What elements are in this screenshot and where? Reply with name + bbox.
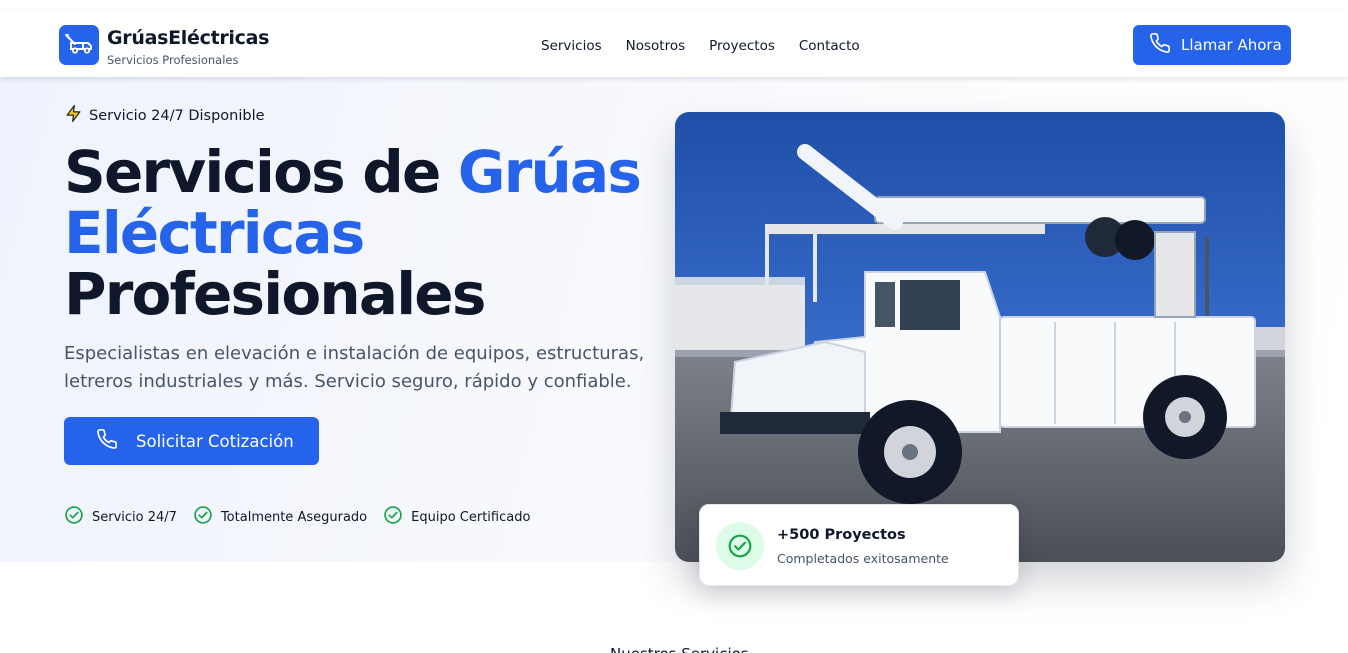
hero-title-part1: Servicios de [64,138,441,206]
brand-subtitle: Servicios Profesionales [107,53,239,67]
hero-title-highlight1: Grúas [457,138,642,206]
feature-label: Servicio 24/7 [92,509,177,525]
hero-truck-image [675,112,1285,562]
lightning-icon [64,104,83,127]
services-section-title: Nuestros Servicios [610,645,749,653]
check-circle-icon [383,505,403,529]
nav-item-contacto[interactable]: Contacto [799,38,860,54]
tow-truck-icon [65,32,93,58]
feature-label: Totalmente Asegurado [220,509,368,525]
check-circle-icon [64,505,84,529]
brand-name[interactable]: GrúasEléctricas [107,27,269,49]
request-quote-label: Solicitar Cotización [136,431,294,451]
check-circle-icon [193,505,213,529]
feature-item: Totalmente Asegurado [193,505,367,529]
nav-item-servicios[interactable]: Servicios [541,38,602,54]
site-header: GrúasEléctricas Servicios Profesionales … [0,10,1348,77]
feature-item: Servicio 24/7 [64,505,177,529]
hero-description: Especialistas en elevación e instalación… [64,343,645,392]
logo[interactable] [59,25,99,65]
hero-title: Servicios de Grúas Eléctricas Profesiona… [64,142,664,325]
call-now-label: Llamar Ahora [1181,36,1282,54]
phone-icon [1149,32,1171,58]
phone-icon [96,428,118,454]
main-nav: Servicios Nosotros Proyectos Contacto [541,38,860,54]
stats-card: +500 Proyectos Completados exitosamente [699,504,1019,586]
hero-title-part2: Profesionales [64,260,486,328]
call-now-button[interactable]: Llamar Ahora [1133,25,1291,65]
check-circle-icon [716,522,764,570]
hero-title-highlight2: Eléctricas [64,199,365,267]
feature-list: Servicio 24/7 Totalmente Asegurado Equip… [64,505,530,529]
nav-item-nosotros[interactable]: Nosotros [626,38,686,54]
nav-item-proyectos[interactable]: Proyectos [709,38,775,54]
availability-text: Servicio 24/7 Disponible [89,107,265,124]
feature-label: Equipo Certificado [411,509,531,525]
availability-tag: Servicio 24/7 Disponible [64,104,265,127]
stats-title: +500 Proyectos [777,527,906,543]
top-strip [0,0,1348,10]
feature-item: Equipo Certificado [383,505,530,529]
stats-subtitle: Completados exitosamente [777,551,949,566]
request-quote-button[interactable]: Solicitar Cotización [64,417,319,465]
